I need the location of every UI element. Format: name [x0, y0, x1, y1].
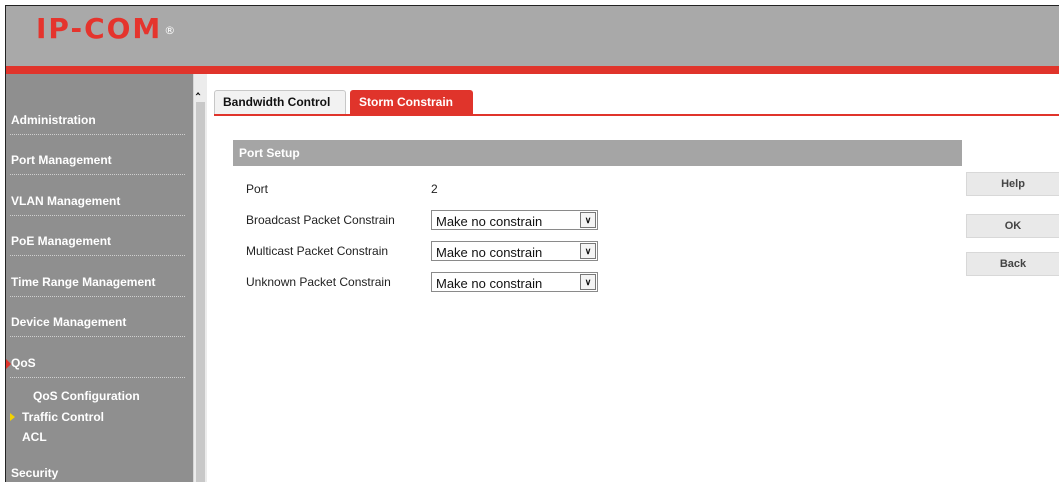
select-value: Make no constrain: [436, 214, 543, 229]
tab-storm-constrain[interactable]: Storm Constrain: [350, 90, 473, 114]
sidebar-item-administration[interactable]: Administration: [6, 99, 189, 135]
multicast-constrain-label: Multicast Packet Constrain: [246, 244, 389, 258]
logo: IP-COM ®: [36, 12, 176, 45]
app-window: IP-COM ® Administration Port Management V…: [5, 5, 1059, 482]
header-accent-bar: [6, 66, 1059, 74]
sidebar-item-label: VLAN Management: [11, 194, 121, 208]
sidebar-item-port-management[interactable]: Port Management: [6, 139, 189, 175]
select-value: Make no constrain: [436, 245, 543, 260]
unknown-constrain-label: Unknown Packet Constrain: [246, 275, 391, 289]
registered-mark: ®: [164, 24, 176, 37]
sidebar-subitem-traffic-control[interactable]: Traffic Control: [6, 407, 189, 427]
chevron-down-icon[interactable]: ∨: [580, 243, 596, 259]
sidebar: Administration Port Management VLAN Mana…: [6, 74, 193, 482]
sidebar-item-qos[interactable]: QoS: [6, 342, 189, 378]
sidebar-item-security[interactable]: Security: [6, 446, 189, 482]
tab-underline: [214, 114, 1059, 116]
broadcast-constrain-label: Broadcast Packet Constrain: [246, 213, 395, 227]
active-arrow-icon: [10, 413, 15, 421]
sidebar-item-poe-management[interactable]: PoE Management: [6, 220, 189, 256]
sidebar-subitem-label: QoS Configuration: [33, 389, 140, 403]
sidebar-subitem-qos-configuration[interactable]: QoS Configuration: [6, 386, 189, 406]
sidebar-item-time-range-management[interactable]: Time Range Management: [6, 261, 189, 297]
multicast-constrain-select[interactable]: Make no constrain ∨: [431, 241, 598, 261]
sidebar-subitem-acl[interactable]: ACL: [6, 427, 189, 447]
broadcast-constrain-select[interactable]: Make no constrain ∨: [431, 210, 598, 230]
sidebar-item-label: QoS: [11, 356, 36, 370]
sidebar-scrollbar[interactable]: ‸: [193, 74, 207, 482]
sidebar-item-label: Administration: [11, 113, 96, 127]
chevron-down-icon[interactable]: ∨: [580, 212, 596, 228]
scrollbar-thumb[interactable]: [196, 102, 205, 482]
tab-bandwidth-control[interactable]: Bandwidth Control: [214, 90, 346, 114]
help-button[interactable]: Help: [966, 172, 1059, 196]
chevron-up-icon[interactable]: ‸: [196, 82, 200, 94]
select-value: Make no constrain: [436, 276, 543, 291]
sidebar-subitem-label: ACL: [22, 430, 47, 444]
port-value: 2: [431, 182, 438, 196]
sidebar-subitem-label: Traffic Control: [22, 410, 105, 424]
sidebar-item-label: Time Range Management: [11, 275, 156, 289]
chevron-down-icon[interactable]: ∨: [580, 274, 596, 290]
sidebar-item-vlan-management[interactable]: VLAN Management: [6, 180, 189, 216]
ok-button[interactable]: OK: [966, 214, 1059, 238]
unknown-constrain-select[interactable]: Make no constrain ∨: [431, 272, 598, 292]
port-label: Port: [246, 182, 269, 196]
sidebar-item-label: Port Management: [11, 153, 112, 167]
sidebar-item-label: Security: [11, 466, 59, 480]
sidebar-item-label: Device Management: [11, 315, 127, 329]
sidebar-item-label: PoE Management: [11, 234, 112, 248]
section-title: Port Setup: [233, 140, 962, 166]
sidebar-item-device-management[interactable]: Device Management: [6, 301, 189, 337]
header: IP-COM ®: [6, 6, 1059, 66]
back-button[interactable]: Back: [966, 252, 1059, 276]
